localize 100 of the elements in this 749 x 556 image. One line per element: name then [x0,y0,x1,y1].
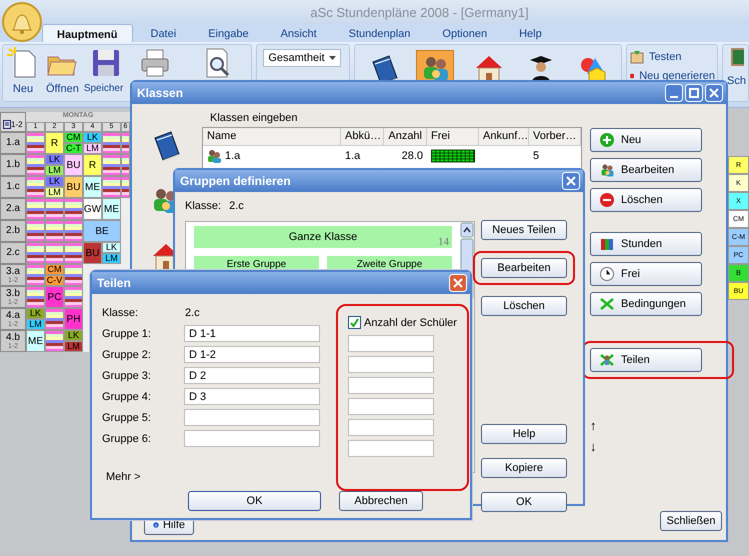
field-label: Gruppe 3: [102,370,152,382]
group-block[interactable]: Ganze Klasse 14 [194,226,452,248]
count-field[interactable] [348,419,434,436]
lesson-stripes-drawing [45,220,64,242]
lesson-cell: BU [83,242,102,264]
lesson-stripes-drawing [26,132,45,154]
title-bar: Gruppen definieren [175,170,583,192]
input-field[interactable]: D 1-2 [184,346,320,363]
lesson-cell: LM [64,341,83,352]
menu-tab[interactable]: Hauptmenü [42,24,132,42]
dialog-button[interactable]: Löschen [590,188,702,212]
availability-grid [431,149,475,163]
table-row[interactable]: 1.a 1.a 28.0 5 [203,146,581,166]
dialog-button[interactable]: Teilen [590,348,702,372]
input-field[interactable]: D 3 [184,388,320,405]
grid-corner: 1-2 [0,112,26,132]
maximize-icon[interactable] [685,84,703,102]
dialog-button[interactable]: Bedingungen [590,292,702,316]
lesson-cell: PC [45,286,64,308]
lesson-cell: CM [64,132,83,143]
lesson-stripes-drawing [45,242,64,264]
people-icon [599,162,615,178]
ribbon-button[interactable]: Testen [629,49,716,65]
checkbox-box[interactable] [348,316,361,329]
field-label: Gruppe 4: [102,390,152,402]
menu-tab[interactable]: Ansicht [266,24,331,42]
dialog-button[interactable]: Neu [590,128,702,152]
count-field[interactable] [348,398,434,415]
arrow-button[interactable]: ↑ [590,418,604,433]
title-bar: Klassen [132,82,726,104]
count-field[interactable] [348,335,434,352]
ribbon-button[interactable]: Sch [727,47,746,99]
dialog-button[interactable]: OK [481,492,567,512]
minus-icon [599,192,615,208]
dialog-button[interactable]: Schließen [660,511,722,531]
view-dropdown[interactable]: Gesamtheit [263,49,342,67]
menu-tab[interactable]: Help [505,24,556,42]
field-value: 2.c [185,306,200,318]
lesson-cell: LK [45,154,64,165]
section-heading: Klassen eingeben [209,112,298,126]
dialog-button[interactable]: Bearbeiten [590,158,702,182]
printer-icon[interactable] [139,47,172,79]
menu-tab[interactable]: Optionen [428,24,502,42]
menu-tab[interactable]: Stundenplan [334,24,424,42]
clock-icon [599,266,615,282]
ribbon-button[interactable]: Öffnen [43,47,82,99]
field-value: 2.c [229,200,244,212]
count-field[interactable] [348,377,434,394]
dialog-button[interactable]: OK [188,491,321,511]
menu-tab[interactable]: Eingabe [194,24,263,42]
table-cell-text: 5 [532,149,540,164]
dialog-button[interactable]: Neues Teilen [481,220,567,240]
lesson-stripes-drawing [26,198,45,220]
count-field[interactable] [348,440,434,457]
close-icon[interactable] [705,84,723,102]
dialog-button[interactable]: Help [481,424,567,444]
column-header[interactable]: Ankunf… [479,128,529,146]
close-icon[interactable] [562,172,580,190]
more-button[interactable]: Mehr > [102,471,145,483]
class-row-header: 1.c [0,176,26,198]
lesson-cell: BU [64,176,83,198]
minimize-icon[interactable] [665,84,683,102]
class-row-header: 1.a [0,132,26,154]
ribbon-button[interactable]: Neu generieren [629,68,716,84]
table-cell: 1.a [203,146,341,166]
table-cell-text: 28.0 [400,149,424,164]
column-header[interactable]: Abkü… [341,128,384,146]
lesson-cell: R [83,154,102,176]
lesson-cell: R [45,132,64,154]
dialog-button[interactable]: Bearbeiten [481,258,567,278]
dialog-button[interactable]: Abbrechen [339,491,423,511]
title-bar: Teilen [92,272,470,294]
input-field[interactable]: D 1-1 [184,325,320,342]
lesson-cell: PH [64,308,83,330]
list-icon [3,120,11,129]
column-header[interactable]: Name [203,128,341,146]
lesson-cell: ME [26,330,45,352]
count-field[interactable] [348,356,434,373]
lesson-stripes-drawing [26,220,45,242]
lesson-stripes-drawing [26,154,45,176]
dialog-button[interactable]: Stunden [590,232,702,256]
dialog-button[interactable]: Löschen [481,296,567,316]
ribbon-button[interactable]: Speicher [84,47,124,99]
input-field[interactable] [184,430,320,447]
column-header[interactable]: Vorber… [529,128,581,146]
lesson-cell: ME [102,198,121,220]
ribbon-button[interactable]: Neu [5,47,41,99]
input-field[interactable] [184,409,320,426]
column-header[interactable]: Anzahl [384,128,427,146]
arrow-button[interactable]: ↓ [590,439,604,454]
lesson-cell: ME [83,176,102,198]
input-field[interactable]: D 2 [184,367,320,384]
plus-icon [599,132,615,148]
dialog-button[interactable]: Kopiere [481,458,567,478]
dialog-button[interactable]: Frei [590,262,702,286]
close-icon[interactable] [449,274,467,292]
menu-tab[interactable]: Datei [136,24,190,42]
student-count: 14 [438,236,449,248]
column-header[interactable]: Frei [427,128,479,146]
checkbox[interactable]: Anzahl der Schüler [348,314,457,331]
